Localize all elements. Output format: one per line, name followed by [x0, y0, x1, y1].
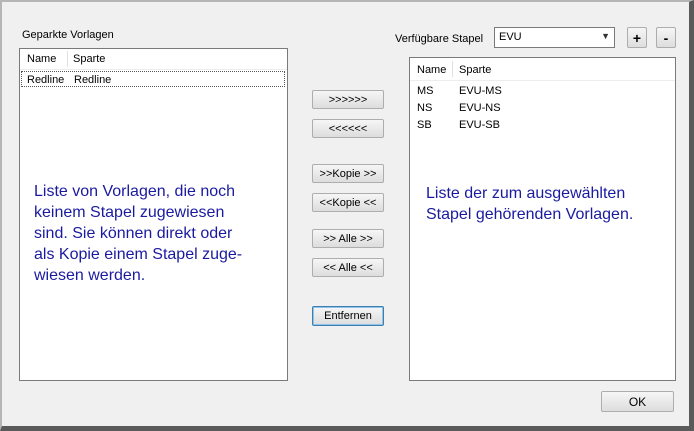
stack-row-name: MS: [417, 85, 434, 97]
stack-row[interactable]: SB EVU-SB: [411, 117, 674, 133]
stack-row[interactable]: NS EVU-NS: [411, 100, 674, 116]
chevron-down-icon[interactable]: ▼: [601, 31, 610, 41]
stack-row-sparte: EVU-MS: [459, 85, 502, 97]
column-separator[interactable]: [452, 61, 453, 77]
parked-row-sparte: Redline: [74, 74, 112, 86]
parked-list-header: Name Sparte: [20, 49, 287, 70]
stack-select[interactable]: EVU ▼: [494, 27, 615, 48]
dialog-window: Geparkte Vorlagen Name Sparte Redline Re…: [0, 0, 694, 431]
stack-col-sparte[interactable]: Sparte: [459, 64, 491, 76]
stack-row[interactable]: MS EVU-MS: [411, 83, 674, 99]
ok-button[interactable]: OK: [601, 391, 674, 412]
available-stacks-label: Verfügbare Stapel: [395, 33, 484, 45]
parked-templates-title: Geparkte Vorlagen: [22, 29, 114, 41]
parked-hint-text: Liste von Vorlagen, die noch keinem Stap…: [34, 183, 243, 284]
stack-row-name: NS: [417, 102, 433, 114]
add-stack-button[interactable]: +: [627, 27, 647, 48]
copy-left-button[interactable]: <<Kopie <<: [312, 193, 384, 212]
all-left-button[interactable]: << Alle <<: [312, 258, 384, 277]
column-separator[interactable]: [67, 51, 68, 67]
stack-list-header: Name Sparte: [410, 58, 675, 81]
stack-templates-list[interactable]: Name Sparte MS EVU-MS NS EVU-NS SB EVU-S…: [409, 57, 676, 381]
remove-button[interactable]: Entfernen: [312, 306, 384, 326]
stack-row-name: SB: [417, 119, 432, 131]
all-right-button[interactable]: >> Alle >>: [312, 229, 384, 248]
stack-select-value: EVU: [499, 31, 522, 43]
parked-row[interactable]: Redline Redline: [21, 71, 285, 87]
remove-stack-button[interactable]: -: [656, 27, 676, 48]
stack-col-name[interactable]: Name: [417, 64, 446, 76]
move-left-button[interactable]: <<<<<<: [312, 119, 384, 138]
parked-col-name[interactable]: Name: [27, 53, 56, 65]
copy-right-button[interactable]: >>Kopie >>: [312, 164, 384, 183]
parked-col-sparte[interactable]: Sparte: [73, 53, 105, 65]
stack-row-sparte: EVU-NS: [459, 102, 501, 114]
stack-hint-text: Liste der zum ausgewählten Stapel gehöre…: [426, 185, 634, 223]
stack-row-sparte: EVU-SB: [459, 119, 500, 131]
parked-templates-list[interactable]: Name Sparte Redline Redline Liste von Vo…: [19, 48, 288, 381]
parked-row-name: Redline: [27, 74, 65, 86]
move-right-button[interactable]: >>>>>>: [312, 90, 384, 109]
